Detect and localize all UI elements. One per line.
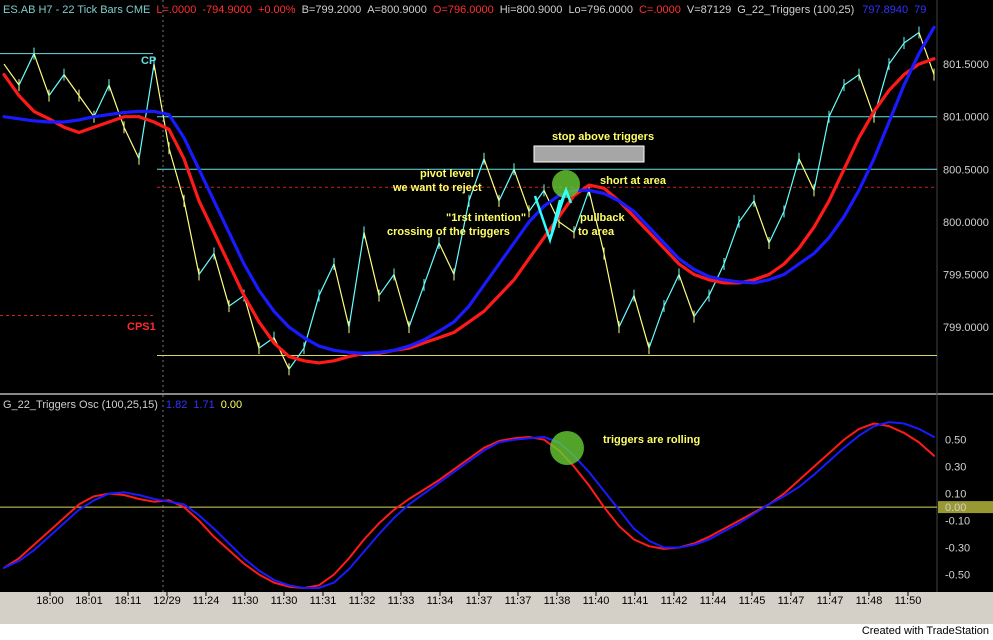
time-axis-bar (0, 592, 993, 624)
time-tick-label: 11:34 (427, 595, 454, 607)
time-tick-label: 11:40 (583, 595, 610, 607)
crossing-label: crossing of the triggers (387, 226, 510, 238)
stop-box (533, 145, 645, 163)
osc-tick-label: -0.30 (945, 543, 970, 555)
chart-window: ES.AB H7 - 22 Tick Bars CME L=.0000 -794.9… (0, 0, 993, 640)
chart-canvas: ES.AB H7 - 22 Tick Bars CME L=.0000 -794.9… (0, 0, 993, 624)
time-tick-label: 11:33 (388, 595, 415, 607)
time-tick-label: 11:50 (895, 595, 922, 607)
time-tick-label: 11:32 (349, 595, 376, 607)
price-tick-label: 801.0000 (943, 112, 989, 124)
time-tick-label: 11:47 (778, 595, 805, 607)
time-tick-label: 18:01 (75, 595, 103, 607)
time-tick-label: 11:37 (505, 595, 532, 607)
osc-tick-label: 0.00 (945, 502, 966, 514)
cp-label: CP (141, 55, 156, 67)
osc-tick-label: 0.50 (945, 435, 966, 447)
time-tick-label: 12/29 (153, 595, 181, 607)
time-tick-label: 11:41 (622, 595, 649, 607)
rolling-highlight (550, 431, 584, 465)
time-tick-label: 11:48 (856, 595, 883, 607)
time-tick-label: 11:38 (544, 595, 571, 607)
osc-header-text: G_22_Triggers Osc (100,25,15) 1.82 1.71 0.0… (3, 399, 242, 411)
time-tick-label: 11:37 (466, 595, 493, 607)
triggers-rolling-label: triggers are rolling (603, 434, 700, 446)
price-tick-label: 800.0000 (943, 217, 989, 229)
time-axis: 18:00 18:01 18:11 12/29 11:24 11:30 11:30 11:31… (36, 592, 921, 607)
time-tick-label: 11:45 (739, 595, 766, 607)
stop-above-label: stop above triggers (552, 131, 654, 143)
time-tick-label: 11:24 (193, 595, 220, 607)
footer-credit: Created with TradeStation (861, 625, 989, 637)
pullback-label-1: pullback (580, 212, 626, 224)
time-tick-label: 18:00 (36, 595, 64, 607)
price-tick-label: 800.5000 (943, 164, 989, 176)
time-tick-label: 18:11 (115, 595, 142, 607)
time-tick-label: 11:47 (817, 595, 844, 607)
short-at-area-label: short at area (600, 175, 667, 187)
osc-tick-label: 0.30 (945, 462, 966, 474)
price-tick-label: 799.5000 (943, 270, 989, 282)
time-tick-label: 11:31 (310, 595, 337, 607)
osc-tick-label: 0.10 (945, 489, 966, 501)
pivot-label-1: pivot level (420, 168, 474, 180)
osc-panel (0, 396, 937, 592)
time-tick-label: 11:30 (271, 595, 298, 607)
cps1-label: CPS1 (127, 321, 156, 333)
osc-tick-label: -0.50 (945, 570, 970, 582)
pullback-label-2: to area (578, 226, 615, 238)
time-tick-label: 11:44 (700, 595, 727, 607)
pivot-label-2: we want to reject (392, 182, 482, 194)
first-intention-label: "1rst intention" (446, 212, 526, 224)
header-text: ES.AB H7 - 22 Tick Bars CME L=.0000 -794.9… (3, 4, 926, 16)
time-tick-label: 11:30 (232, 595, 259, 607)
footer-bar: Created with TradeStation (0, 624, 993, 640)
osc-tick-label: -0.10 (945, 516, 970, 528)
price-tick-label: 799.0000 (943, 322, 989, 334)
time-tick-label: 11:42 (661, 595, 688, 607)
price-tick-label: 801.5000 (943, 59, 989, 71)
